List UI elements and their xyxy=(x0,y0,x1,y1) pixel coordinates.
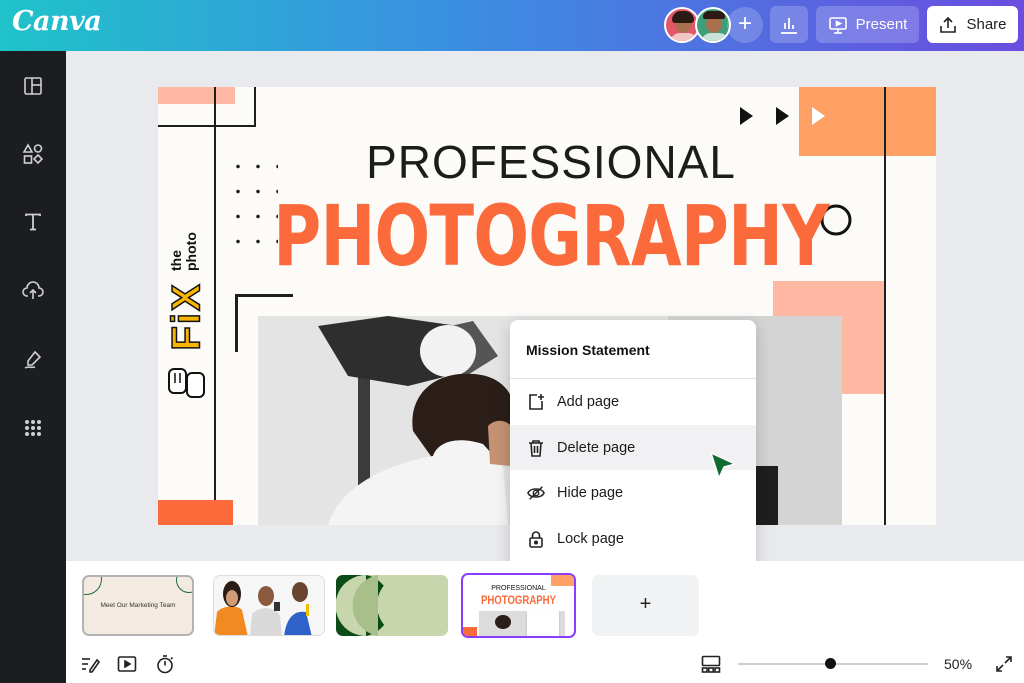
add-page-button[interactable]: + xyxy=(592,575,699,636)
trash-icon xyxy=(527,439,545,457)
thumbnail-title-line1: PROFESSIONAL xyxy=(491,585,546,592)
uploads-icon[interactable] xyxy=(20,278,46,304)
present-icon xyxy=(828,16,847,34)
collaborator-avatar[interactable] xyxy=(695,7,731,43)
slide-title-line2[interactable]: PHOTOGRAPHY xyxy=(244,187,857,285)
thumbnail-title-line2: PHOTOGRAPHY xyxy=(480,593,557,607)
page-context-menu: Mission Statement Add page Delete page H… xyxy=(510,320,756,569)
thumbnail-text: Meet Our Marketing Team xyxy=(100,602,176,609)
orange-block xyxy=(158,500,233,525)
logo-the-photo-text: the photo xyxy=(168,232,199,271)
add-collaborator-button[interactable]: + xyxy=(727,7,763,43)
divider-line xyxy=(158,125,256,127)
apps-icon[interactable] xyxy=(20,415,46,441)
zoom-level[interactable]: 50% xyxy=(944,656,972,672)
menu-item-label: Hide page xyxy=(557,484,624,501)
eye-off-icon xyxy=(527,484,545,502)
peach-block xyxy=(158,87,235,104)
menu-item-label: Delete page xyxy=(557,439,636,456)
divider-line xyxy=(254,87,256,127)
fix-the-photo-logo[interactable]: FiX the photo xyxy=(160,221,212,401)
upload-share-icon xyxy=(940,16,957,33)
hands-icon xyxy=(168,368,205,398)
elements-icon[interactable] xyxy=(20,141,46,167)
add-page-icon xyxy=(527,393,545,411)
share-button[interactable]: Share xyxy=(927,6,1018,43)
present-play-icon[interactable] xyxy=(116,653,138,675)
page-thumbnail-2[interactable] xyxy=(213,575,325,636)
notes-icon[interactable] xyxy=(79,653,101,675)
cursor-pointer-icon xyxy=(709,451,738,481)
analytics-button[interactable] xyxy=(770,6,808,43)
slide-title-line1[interactable]: PROFESSIONAL xyxy=(158,135,936,189)
grid-view-icon[interactable] xyxy=(700,653,722,675)
play-arrows-icon xyxy=(740,107,825,125)
menu-item-lock-page[interactable]: Lock page xyxy=(510,516,756,561)
design-icon[interactable] xyxy=(20,73,46,99)
share-label: Share xyxy=(966,16,1007,33)
text-icon[interactable] xyxy=(20,209,46,235)
left-sidebar xyxy=(0,51,66,683)
page-thumbnail-1[interactable]: Meet Our Marketing Team xyxy=(82,575,194,636)
zoom-slider-handle[interactable] xyxy=(825,658,836,669)
menu-item-label: Add page xyxy=(557,393,620,410)
page-thumbnail-3[interactable] xyxy=(336,575,448,636)
fullscreen-icon[interactable] xyxy=(993,653,1015,675)
draw-icon[interactable] xyxy=(20,346,46,372)
context-menu-title: Mission Statement xyxy=(526,342,650,358)
canva-logo[interactable]: Canva xyxy=(12,6,102,37)
bar-chart-icon xyxy=(781,17,797,34)
top-bar: Canva + Present Share xyxy=(0,0,1024,51)
lock-icon xyxy=(527,530,545,548)
menu-item-label: Lock page xyxy=(557,530,624,547)
present-label: Present xyxy=(855,16,908,33)
corner-line xyxy=(235,294,238,352)
present-button[interactable]: Present xyxy=(816,6,919,43)
timer-icon[interactable] xyxy=(154,653,176,675)
corner-line xyxy=(235,294,293,297)
page-thumbnail-4-selected[interactable]: PROFESSIONAL PHOTOGRAPHY xyxy=(461,573,576,638)
menu-item-add-page[interactable]: Add page xyxy=(510,379,756,424)
